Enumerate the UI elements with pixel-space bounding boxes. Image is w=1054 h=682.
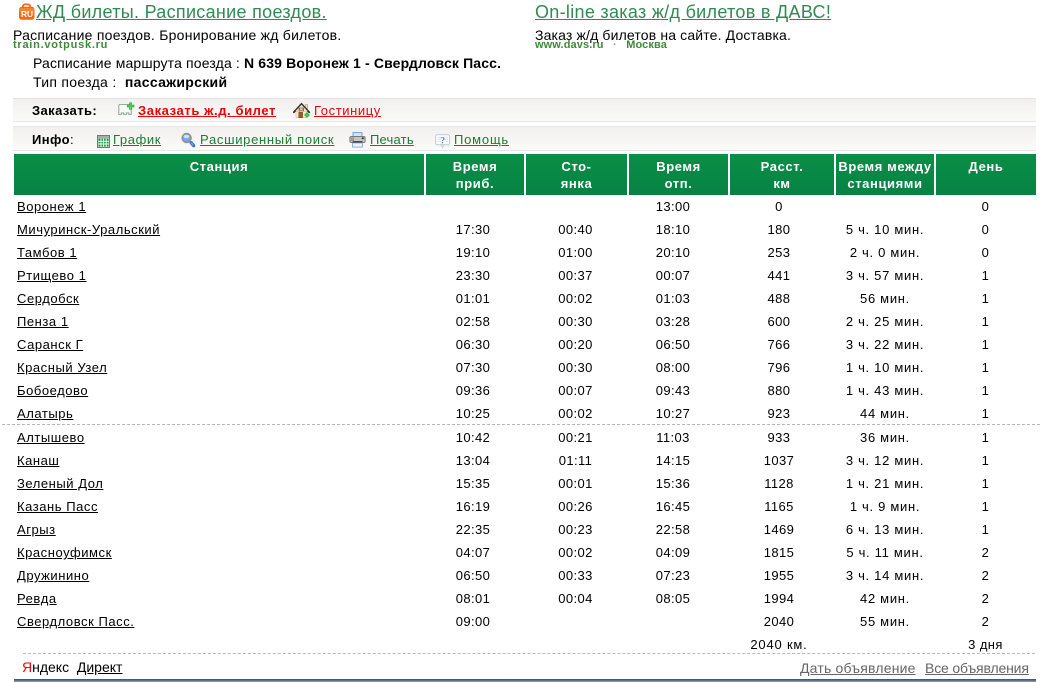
svg-text:?: ?	[440, 136, 445, 146]
svg-text:RU: RU	[21, 9, 33, 19]
